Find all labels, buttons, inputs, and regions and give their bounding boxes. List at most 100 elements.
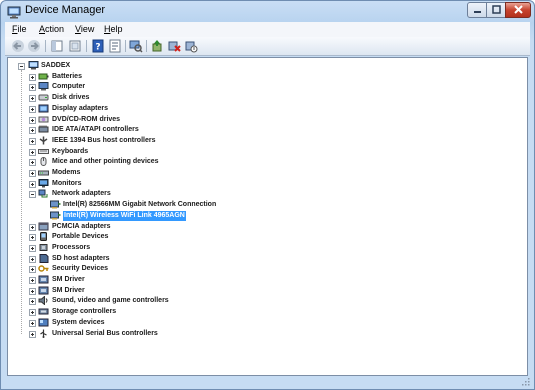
resize-grip-icon[interactable] [522, 378, 530, 386]
expand-toggle[interactable] [29, 148, 36, 156]
tree-item-label: Disk drives [52, 94, 90, 102]
disable-icon [185, 41, 198, 53]
expand-toggle[interactable] [29, 234, 36, 242]
toolbar-separator [86, 40, 87, 52]
properties-icon [109, 39, 121, 53]
sd-host-icon [38, 253, 49, 263]
expand-toggle[interactable] [29, 266, 36, 274]
storage-controller-icon [38, 307, 49, 316]
help-icon: ? [92, 39, 104, 53]
toolbar-separator [125, 40, 126, 52]
properties-button[interactable] [108, 39, 122, 53]
tree-item-label: Mice and other pointing devices [52, 158, 159, 166]
expand-toggle[interactable] [29, 330, 36, 338]
tree-item-label: Computer [52, 83, 86, 91]
close-icon [514, 5, 523, 14]
expand-toggle[interactable] [29, 223, 36, 231]
security-device-icon [38, 264, 49, 273]
uninstall-button[interactable] [167, 39, 181, 53]
battery-icon [38, 72, 49, 81]
menu-bar: File Action View Help [5, 22, 530, 37]
mouse-icon [38, 157, 49, 167]
monitor-icon [38, 178, 49, 188]
console-tree-icon [51, 40, 63, 52]
expand-toggle[interactable] [29, 180, 36, 188]
update-driver-button[interactable] [150, 39, 164, 53]
tree-item-label: Sound, video and game controllers [52, 297, 169, 305]
tree-connector [21, 70, 22, 334]
expand-toggle[interactable] [29, 95, 36, 103]
toolbar-separator [146, 40, 147, 52]
expand-toggle[interactable] [29, 116, 36, 124]
back-button[interactable] [11, 39, 25, 53]
window-title: Device Manager [25, 4, 106, 16]
expand-toggle[interactable] [29, 127, 36, 135]
tree-item-label: SD host adapters [52, 254, 110, 262]
device-manager-window: Device Manager File Action View Help ? S… [0, 0, 535, 390]
tree-item-label: Intel(R) Wireless WiFi Link 4965AGN [63, 210, 186, 221]
tree-item-label: Security Devices [52, 265, 109, 273]
menu-file[interactable]: File [12, 24, 27, 34]
sm-driver-icon [38, 286, 49, 295]
tree-item-label: Modems [52, 169, 81, 176]
up-button[interactable] [50, 39, 64, 53]
scan-button[interactable] [129, 39, 143, 53]
expand-toggle[interactable] [29, 73, 36, 81]
maximize-icon [492, 5, 501, 14]
firewire-icon [38, 136, 49, 145]
menu-help[interactable]: Help [104, 24, 123, 34]
expand-toggle[interactable] [29, 137, 36, 145]
expand-toggle[interactable] [29, 84, 36, 92]
network-card-icon [50, 211, 61, 220]
menu-view[interactable]: View [75, 24, 94, 34]
menu-action[interactable]: Action [39, 24, 64, 34]
back-arrow-icon [12, 40, 24, 52]
modem-icon [38, 168, 49, 177]
usb-icon [38, 329, 49, 338]
device-manager-app-icon [7, 4, 21, 19]
tree-item-label: PCMCIA adapters [52, 222, 111, 230]
collapse-toggle[interactable] [18, 63, 25, 70]
help-button[interactable]: ? [91, 39, 105, 53]
forward-button[interactable] [27, 39, 41, 53]
expand-toggle[interactable] [29, 319, 36, 327]
uninstall-icon [168, 41, 181, 52]
tree-item-label: IEEE 1394 Bus host controllers [52, 136, 156, 144]
forward-arrow-icon [28, 40, 40, 52]
expand-toggle[interactable] [29, 159, 36, 167]
tree-item-label: Network adapters [52, 190, 111, 198]
expand-toggle[interactable] [29, 255, 36, 263]
tree-item-label: DVD/CD-ROM drives [52, 115, 121, 123]
expand-toggle[interactable] [29, 105, 36, 113]
disable-button[interactable] [184, 39, 198, 53]
collapse-toggle[interactable] [29, 191, 36, 199]
tree-item-label: SM Driver [52, 276, 85, 283]
expand-toggle[interactable] [29, 244, 36, 252]
expand-toggle[interactable] [29, 170, 36, 177]
scan-hardware-icon [129, 40, 143, 53]
tree-item-label: Portable Devices [52, 233, 109, 241]
tree-item-label: Processors [52, 243, 91, 251]
expand-toggle[interactable] [29, 309, 36, 317]
minimize-button[interactable] [467, 2, 487, 18]
system-device-icon [38, 318, 49, 327]
toolbar-separator [45, 40, 46, 52]
sound-icon [38, 296, 49, 306]
maximize-button[interactable] [486, 2, 506, 18]
processor-icon [38, 243, 49, 252]
device-tree[interactable]: SADDEX Batteries Computer Disk drives Displa… [7, 57, 528, 376]
expand-toggle[interactable] [29, 277, 36, 284]
toolbar: ? [5, 37, 530, 56]
tree-item-label: SADDEX [41, 62, 71, 69]
tree-item-label: Batteries [52, 72, 82, 80]
show-hide-button[interactable] [68, 39, 82, 53]
tree-item-label: Storage controllers [52, 308, 117, 316]
pcmcia-icon [38, 222, 49, 231]
status-bar [5, 378, 530, 387]
expand-toggle[interactable] [29, 287, 36, 295]
display-adapter-icon [38, 104, 49, 113]
close-button[interactable] [505, 2, 531, 18]
network-card-icon [50, 200, 61, 209]
title-bar[interactable]: Device Manager [1, 1, 534, 21]
expand-toggle[interactable] [29, 298, 36, 306]
